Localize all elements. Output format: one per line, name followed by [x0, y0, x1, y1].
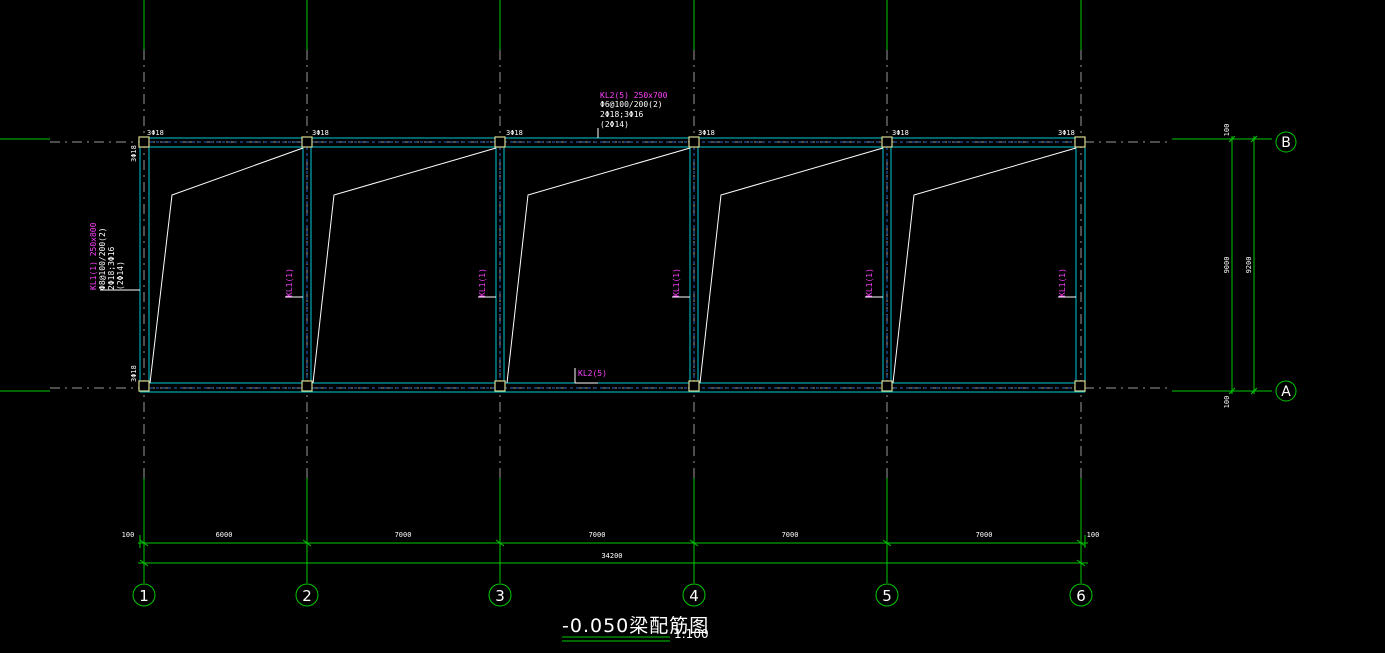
dim-offset-bottom: 100: [1223, 396, 1231, 409]
dim-height-inner: 9000: [1223, 257, 1231, 274]
beam-hidden-lines: [144, 141, 1081, 389]
bottom-dimension-text: 100 6000 7000 7000 7000 7000 100 34200: [122, 531, 1100, 560]
grid-label-1: 1: [139, 587, 149, 605]
grid-label-2: 2: [302, 587, 312, 605]
dim-span-2: 7000: [395, 531, 412, 539]
right-dimension-text: 9000 9200 100 100: [1223, 124, 1253, 409]
label-leaders: [100, 128, 1076, 384]
dim-offset-top: 100: [1223, 124, 1231, 137]
rebar-notes: 3Φ18 3Φ18 3Φ18 3Φ18 3Φ18 3Φ18 3Φ18 3Φ18: [130, 129, 1075, 382]
kl2-top-label-3: 2Φ18;3Φ16: [600, 110, 644, 119]
grid-label-5: 5: [882, 587, 892, 605]
kl2-top-label-1: KL2(5) 250x700: [600, 91, 668, 100]
kl1-left-label-2: Φ8@100/200(2): [98, 227, 107, 290]
dim-left-offset: 100: [122, 531, 135, 539]
beam-labels: KL2(5) 250x700 Φ6@100/200(2) 2Φ18;3Φ16 (…: [89, 91, 1067, 378]
kl1-label-5: KL1(1): [865, 268, 874, 297]
columns: [138, 136, 1086, 392]
kl2-bottom-label: KL2(5): [578, 369, 607, 378]
row-bubbles: B A: [1275, 131, 1297, 402]
kl1-left-label-4: (2Φ14): [116, 261, 125, 290]
dim-right-offset: 100: [1087, 531, 1100, 539]
grid-label-4: 4: [689, 587, 699, 605]
dim-span-5: 7000: [976, 531, 993, 539]
beams: [139, 137, 1086, 393]
grid-label-b: B: [1281, 135, 1291, 151]
column-bubbles: 1 2 3 4 5 6: [132, 583, 1093, 607]
dim-height-outer: 9200: [1245, 257, 1253, 274]
dim-span-4: 7000: [782, 531, 799, 539]
drawing-title-block: -0.050梁配筋图 1:100: [562, 615, 709, 642]
rebar-note: 3Φ18: [892, 129, 909, 137]
kl1-label-2: KL1(1): [285, 268, 294, 297]
rebar-note: 3Φ18: [312, 129, 329, 137]
kl1-label-3: KL1(1): [478, 268, 487, 297]
dim-span-3: 7000: [589, 531, 606, 539]
rebar-note: 3Φ18: [506, 129, 523, 137]
rebar-note-left-bottom: 3Φ18: [130, 365, 138, 382]
kl2-top-label-4: (2Φ14): [600, 120, 629, 129]
kl1-left-label-3: 2Φ18;3Φ16: [107, 246, 116, 290]
dim-total: 34200: [601, 552, 622, 560]
kl1-label-6: KL1(1): [1058, 268, 1067, 297]
drawing-scale: 1:100: [674, 627, 709, 641]
grid-label-a: A: [1281, 384, 1291, 400]
kl1-left-label-1: KL1(1) 250x800: [89, 222, 98, 290]
rebar-note-left-top: 3Φ18: [130, 145, 138, 162]
rebar-note: 3Φ18: [147, 129, 164, 137]
kl2-top-label-2: Φ6@100/200(2): [600, 100, 663, 109]
rebar-note: 3Φ18: [698, 129, 715, 137]
dim-span-1: 6000: [216, 531, 233, 539]
grid-label-3: 3: [495, 587, 505, 605]
kl1-label-4: KL1(1): [672, 268, 681, 297]
rebar-note: 3Φ18: [1058, 129, 1075, 137]
slab-lines: [149, 147, 1077, 384]
grid-label-6: 6: [1076, 587, 1086, 605]
beam-reinforcement-drawing: KL2(5) 250x700 Φ6@100/200(2) 2Φ18;3Φ16 (…: [0, 0, 1297, 642]
